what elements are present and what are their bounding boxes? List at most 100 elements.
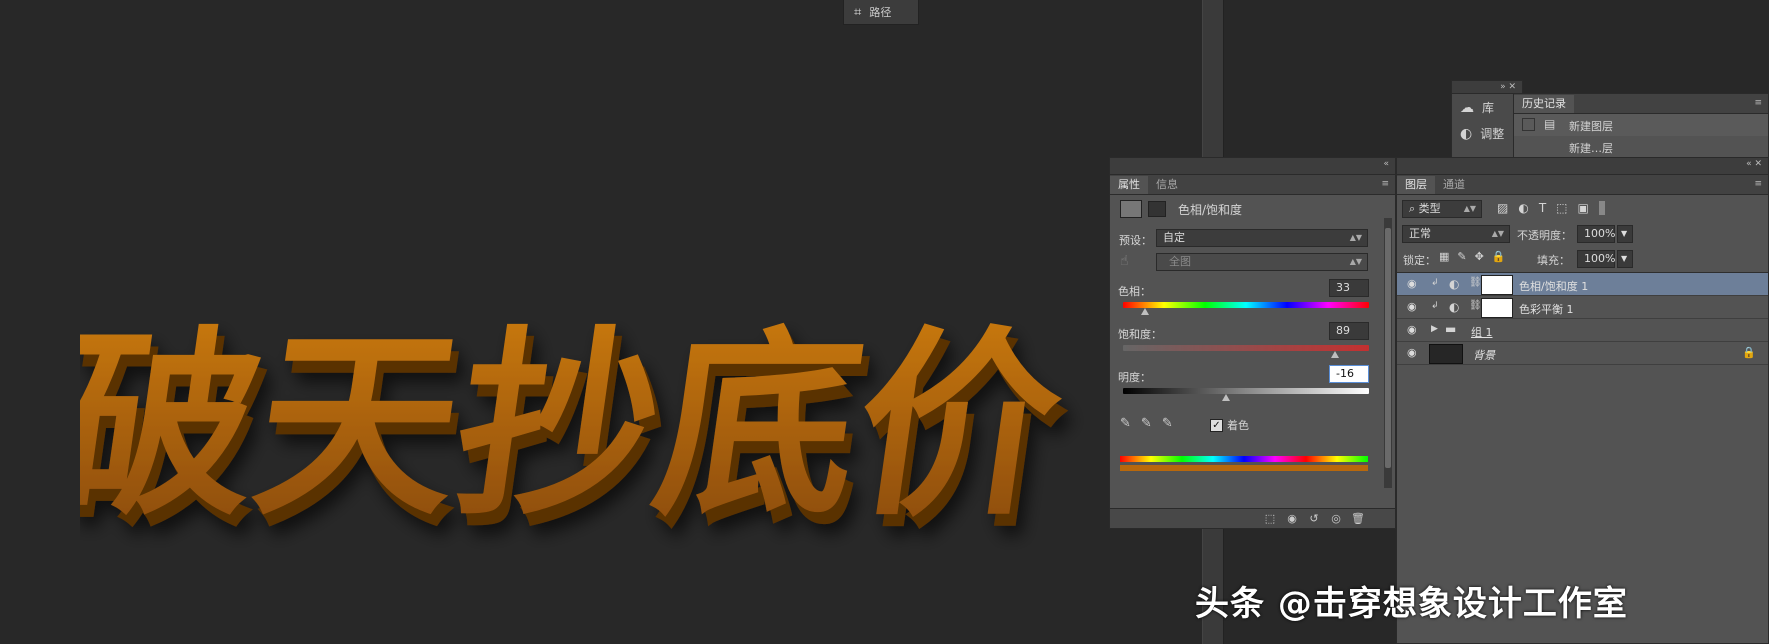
preset-dropdown[interactable]: 自定 ▲▼	[1156, 229, 1368, 247]
lock-all-icon[interactable]: 🔒	[1492, 250, 1506, 263]
dropdown-arrow-icon: ▲▼	[1491, 229, 1504, 238]
folder-icon: ▬	[1445, 322, 1457, 336]
hue-slider[interactable]	[1123, 302, 1369, 308]
filter-value: 类型	[1418, 202, 1441, 215]
clip-arrow-icon: ↲	[1431, 301, 1439, 311]
layer-mask-thumbnail[interactable]	[1481, 298, 1513, 318]
visibility-eye-icon[interactable]: ◉	[1407, 277, 1417, 290]
preset-label: 预设：	[1119, 234, 1152, 247]
preset-value: 自定	[1163, 231, 1185, 244]
visibility-eye-icon[interactable]: ◉	[1407, 346, 1417, 359]
type-filter-icon[interactable]: T	[1539, 201, 1546, 215]
layer-filter-dropdown[interactable]: ⌕ 类型 ▲▼	[1402, 200, 1482, 218]
panel-menu-icon[interactable]: ≡	[1754, 98, 1762, 108]
collapse-icon[interactable]: » ✕	[1500, 82, 1516, 92]
layer-row-group[interactable]: ◉ ▶ ▬ 组 1	[1397, 319, 1768, 342]
view-previous-icon[interactable]: ◉	[1283, 511, 1301, 527]
filter-icons: ▨ ◐ T ⬚ ▣	[1497, 201, 1605, 215]
opacity-label: 不透明度：	[1517, 229, 1572, 242]
watermark: 头条 @击穿想象设计工作室	[1195, 584, 1628, 624]
scrollbar-thumb[interactable]	[1385, 228, 1391, 468]
tab-info[interactable]: 信息	[1148, 176, 1186, 194]
strip-item-label: 调整	[1480, 127, 1505, 141]
collapse-icon[interactable]: «	[1383, 159, 1389, 169]
chain-link-icon[interactable]: ⛓	[1469, 277, 1482, 288]
tab-channels[interactable]: 通道	[1435, 176, 1473, 194]
visibility-eye-icon[interactable]: ◉	[1407, 300, 1417, 313]
visibility-eye-icon[interactable]: ◉	[1407, 323, 1417, 336]
tab-history[interactable]: 历史记录	[1514, 95, 1574, 113]
properties-footer: ⬚ ◉ ↺ ◎ 🗑	[1110, 508, 1395, 528]
expand-triangle-icon[interactable]: ▶	[1431, 324, 1438, 334]
trash-icon[interactable]: 🗑	[1349, 511, 1367, 527]
lightness-input[interactable]: -16	[1329, 365, 1369, 383]
opacity-arrow[interactable]: ▼	[1617, 225, 1633, 243]
strip-item-library[interactable]: ☁ 库	[1460, 99, 1494, 116]
hue-slider-thumb[interactable]	[1141, 308, 1150, 315]
channel-value: 全图	[1169, 255, 1191, 268]
reset-icon[interactable]: ↺	[1305, 511, 1323, 527]
history-item[interactable]: ▤ 新建图层	[1514, 114, 1768, 136]
properties-header: «	[1110, 158, 1395, 175]
history-panel: 历史记录 ≡ ▤ 新建图层 新建…层	[1513, 93, 1769, 158]
path-icon: ⌗	[854, 4, 862, 20]
panel-menu-icon[interactable]: ≡	[1754, 179, 1762, 189]
shape-filter-icon[interactable]: ⬚	[1556, 201, 1567, 215]
opacity-input[interactable]: 100%	[1577, 225, 1615, 243]
collapse-icon[interactable]: « ✕	[1746, 159, 1762, 169]
tab-layers[interactable]: 图层	[1397, 176, 1435, 194]
blend-mode-value: 正常	[1409, 227, 1431, 240]
panel-menu-icon[interactable]: ≡	[1381, 179, 1389, 189]
adjustment-layer-icon: ◐	[1449, 277, 1460, 291]
visibility-icon[interactable]: ◎	[1327, 511, 1345, 527]
eyedropper-add-icon[interactable]: ✎	[1141, 416, 1152, 431]
colorize-label: 着色	[1227, 419, 1249, 432]
lock-icon: 🔒	[1742, 346, 1756, 359]
properties-scrollbar[interactable]	[1384, 218, 1392, 488]
colorize-checkbox[interactable]: ✓	[1210, 418, 1223, 432]
layer-row-background[interactable]: ◉ 背景 🔒	[1397, 342, 1768, 365]
lightness-label: 明度：	[1118, 371, 1151, 384]
adjustment-filter-icon[interactable]: ◐	[1518, 201, 1528, 215]
layer-name[interactable]: 色彩平衡 1	[1519, 301, 1574, 317]
lock-pixels-icon[interactable]: ✎	[1457, 250, 1466, 263]
layer-list: ◉ ↲ ◐ ⛓ 色相/饱和度 1 ◉ ↲ ◐ ⛓ 色彩平衡 1 ◉ ▶ ▬ 组 …	[1397, 272, 1768, 365]
snapshot-checkbox[interactable]	[1522, 118, 1535, 131]
channel-dropdown[interactable]: 全图 ▲▼	[1156, 253, 1368, 271]
search-icon: ⌕	[1409, 202, 1416, 215]
saturation-slider-thumb[interactable]	[1330, 351, 1339, 358]
layer-name[interactable]: 组 1	[1471, 324, 1493, 340]
tab-properties[interactable]: 属性	[1110, 176, 1148, 194]
history-item[interactable]: 新建…层	[1514, 137, 1768, 157]
properties-title-row: 色相/饱和度	[1120, 200, 1242, 218]
filter-toggle-icon[interactable]	[1598, 201, 1605, 215]
layers-panel: « ✕ 图层 通道 ≡ ⌕ 类型 ▲▼ ▨ ◐ T ⬚ ▣ 正常 ▲▼ 不透明度： …	[1396, 157, 1769, 644]
layer-row-hue-saturation[interactable]: ◉ ↲ ◐ ⛓ 色相/饱和度 1	[1397, 273, 1768, 296]
colorize-option[interactable]: ✓ 着色	[1210, 417, 1249, 433]
lightness-slider[interactable]	[1123, 388, 1369, 394]
lock-position-icon[interactable]: ✥	[1475, 250, 1484, 263]
pixel-filter-icon[interactable]: ▨	[1497, 201, 1508, 215]
chain-link-icon[interactable]: ⛓	[1469, 300, 1482, 311]
paths-panel-tab[interactable]: ⌗ 路径	[843, 0, 919, 25]
layer-row-color-balance[interactable]: ◉ ↲ ◐ ⛓ 色彩平衡 1	[1397, 296, 1768, 319]
fill-arrow[interactable]: ▼	[1617, 250, 1633, 268]
strip-item-adjustments[interactable]: ◐ 调整	[1460, 125, 1504, 142]
lightness-slider-thumb[interactable]	[1222, 394, 1231, 401]
saturation-input[interactable]: 89	[1329, 322, 1369, 340]
lock-transparent-icon[interactable]: ▦	[1439, 250, 1449, 263]
adjustment-icon[interactable]	[1120, 200, 1142, 218]
eyedropper-subtract-icon[interactable]: ✎	[1162, 416, 1173, 431]
fill-input[interactable]: 100%	[1577, 250, 1615, 268]
hue-input[interactable]: 33	[1329, 279, 1369, 297]
hand-tool-icon[interactable]: ☝	[1120, 253, 1129, 269]
layer-mask-thumbnail[interactable]	[1481, 275, 1513, 295]
clip-to-layer-icon[interactable]: ⬚	[1261, 511, 1279, 527]
layer-name[interactable]: 色相/饱和度 1	[1519, 278, 1588, 294]
layer-name[interactable]: 背景	[1473, 347, 1495, 363]
smartobject-filter-icon[interactable]: ▣	[1578, 201, 1589, 215]
layer-thumbnail[interactable]	[1429, 344, 1463, 364]
eyedropper-icon[interactable]: ✎	[1120, 416, 1131, 431]
mask-icon[interactable]	[1148, 201, 1166, 217]
blend-mode-dropdown[interactable]: 正常 ▲▼	[1402, 225, 1510, 243]
